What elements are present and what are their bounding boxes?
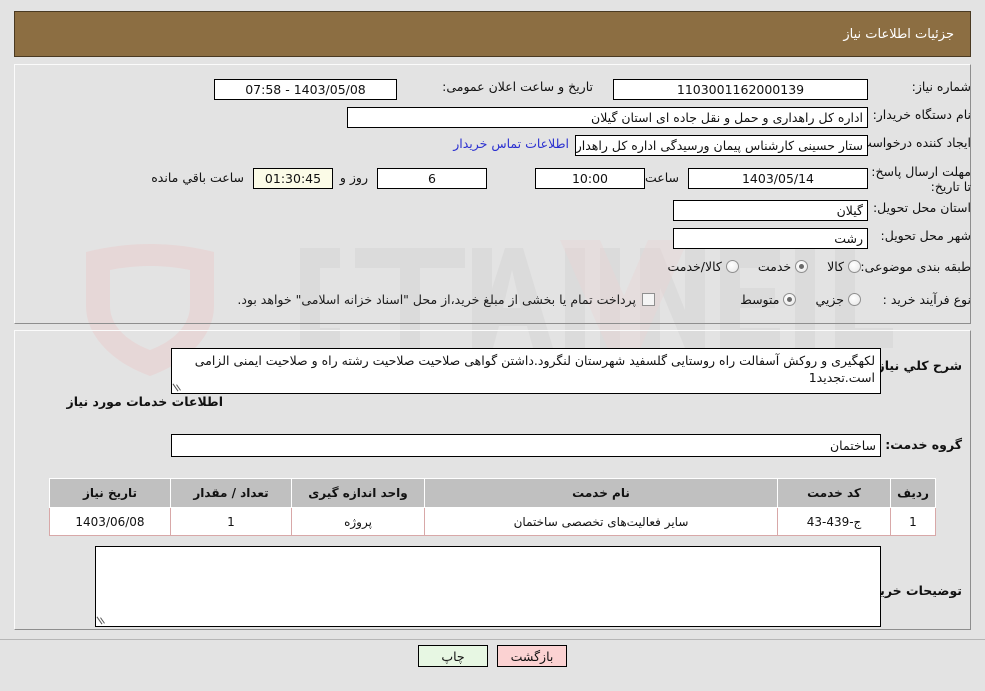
page-title: جزئیات اطلاعات نیاز bbox=[843, 26, 954, 42]
service-group-value: ساختمان bbox=[171, 434, 881, 457]
services-section-title: اطلاعات خدمات مورد نیاز bbox=[66, 394, 224, 409]
row-need-number: شماره نیاز: bbox=[912, 79, 971, 94]
province-value: گیلان bbox=[673, 200, 868, 221]
deadline-time-value: 10:00 bbox=[535, 168, 645, 189]
category-radio-group: کالا خدمت کالا/خدمت bbox=[653, 259, 861, 274]
need-info-panel bbox=[14, 64, 971, 324]
deadline-label: مهلت ارسال پاسخ: تا تاریخ: bbox=[871, 164, 971, 194]
col-code: کد خدمت bbox=[777, 478, 891, 508]
buyer-org-value: اداره کل راهداری و حمل و نقل جاده ای است… bbox=[347, 107, 868, 128]
city-value: رشت bbox=[673, 228, 868, 249]
category-option-label: کالا/خدمت bbox=[667, 259, 722, 274]
buyer-org-label: نام دستگاه خریدار: bbox=[872, 107, 971, 122]
cell-radif: 1 bbox=[890, 507, 936, 536]
row-city: شهر محل تحویل: bbox=[881, 228, 971, 243]
radio-circle-icon[interactable] bbox=[725, 260, 739, 273]
footer-divider bbox=[0, 639, 985, 640]
province-label: استان محل تحویل: bbox=[872, 200, 971, 215]
deadline-date-value: 1403/05/14 bbox=[688, 168, 868, 189]
resize-grip-icon[interactable] bbox=[174, 382, 184, 392]
cell-date: 1403/06/08 bbox=[49, 507, 171, 536]
cell-unit: پروژه bbox=[291, 507, 425, 536]
radio-circle-icon[interactable] bbox=[848, 293, 861, 306]
process-radio-motavasset[interactable]: متوسط bbox=[740, 292, 797, 307]
process-option-label: جزیي bbox=[815, 292, 844, 307]
col-date: تاریخ نیاز bbox=[49, 478, 171, 508]
services-table: ردیف کد خدمت نام خدمت واحد اندازه گیری ت… bbox=[49, 478, 936, 536]
description-textarea[interactable]: لکهگیری و روکش آسفالت راه روستایی گلسفید… bbox=[171, 348, 881, 394]
description-value: لکهگیری و روکش آسفالت راه روستایی گلسفید… bbox=[194, 353, 875, 385]
cell-quantity: 1 bbox=[170, 507, 292, 536]
service-group-label: گروه خدمت: bbox=[885, 437, 962, 452]
row-process-type: نوع فرآیند خرید : bbox=[883, 292, 971, 307]
category-option-label: خدمت bbox=[757, 259, 792, 274]
radio-circle-selected-icon[interactable] bbox=[795, 260, 809, 273]
countdown-timer-value: 01:30:45 bbox=[253, 168, 333, 189]
resize-grip-icon[interactable] bbox=[98, 615, 108, 625]
treasury-checkbox-row[interactable]: پرداخت تمام یا بخشی از مبلغ خرید،از محل … bbox=[237, 292, 655, 307]
category-label: طبقه بندی موضوعی: bbox=[860, 259, 971, 274]
hour-label: ساعت bbox=[644, 170, 679, 185]
process-option-label: متوسط bbox=[740, 292, 780, 307]
category-radio-kala-khedmat[interactable]: کالا/خدمت bbox=[667, 259, 739, 274]
description-label: شرح کلي نیاز: bbox=[872, 358, 962, 373]
city-label: شهر محل تحویل: bbox=[880, 228, 971, 243]
services-table-wrapper: ردیف کد خدمت نام خدمت واحد اندازه گیری ت… bbox=[49, 478, 936, 536]
buyer-contact-link[interactable]: اطلاعات تماس خریدار bbox=[449, 136, 573, 151]
category-option-label: کالا bbox=[827, 259, 844, 274]
requester-label: ایجاد کننده درخواست: bbox=[855, 135, 971, 150]
cell-name: سایر فعالیت‌های تخصصی ساختمان bbox=[424, 507, 778, 536]
row-province: استان محل تحویل: bbox=[873, 200, 971, 215]
table-header-row: ردیف کد خدمت نام خدمت واحد اندازه گیری ت… bbox=[49, 478, 936, 508]
row-announce-label: تاریخ و ساعت اعلان عمومی: bbox=[442, 79, 593, 94]
page-root: جزئیات اطلاعات نیاز شماره نیاز: 11030011… bbox=[0, 0, 985, 691]
print-button[interactable]: چاپ bbox=[418, 645, 488, 667]
requester-value: ستار حسینی کارشناس پیمان ورسیدگی اداره ک… bbox=[575, 135, 868, 156]
need-number-label: شماره نیاز: bbox=[911, 79, 971, 94]
category-radio-kala[interactable]: کالا bbox=[827, 259, 861, 274]
col-name: نام خدمت bbox=[424, 478, 778, 508]
process-radio-group: جزیي متوسط bbox=[726, 292, 861, 307]
page-title-bar: جزئیات اطلاعات نیاز bbox=[14, 11, 971, 57]
footer-button-bar: بازگشت چاپ bbox=[0, 645, 985, 667]
days-unit-label: روز و bbox=[339, 170, 368, 185]
row-requester: ایجاد کننده درخواست: bbox=[856, 135, 971, 150]
announce-value: 1403/05/08 - 07:58 bbox=[214, 79, 397, 100]
col-radif: ردیف bbox=[890, 478, 936, 508]
timer-suffix-label: ساعت باقي مانده bbox=[151, 170, 244, 185]
row-category: طبقه بندی موضوعی: bbox=[860, 259, 971, 274]
buyer-comments-textarea[interactable] bbox=[95, 546, 881, 627]
treasury-checkbox-label: پرداخت تمام یا بخشی از مبلغ خرید،از محل … bbox=[237, 292, 636, 307]
process-label: نوع فرآیند خرید : bbox=[882, 292, 971, 307]
announce-label: تاریخ و ساعت اعلان عمومی: bbox=[442, 79, 593, 94]
category-radio-khedmat[interactable]: خدمت bbox=[757, 259, 809, 274]
cell-code: ج-439-43 bbox=[777, 507, 891, 536]
radio-circle-icon[interactable] bbox=[848, 260, 861, 273]
days-remaining-value: 6 bbox=[377, 168, 487, 189]
radio-circle-selected-icon[interactable] bbox=[783, 293, 797, 306]
col-unit: واحد اندازه گیری bbox=[291, 478, 425, 508]
process-radio-jozi[interactable]: جزیي bbox=[815, 292, 861, 307]
row-buyer-org: نام دستگاه خریدار: bbox=[873, 107, 971, 122]
checkbox-icon[interactable] bbox=[642, 293, 655, 306]
back-button[interactable]: بازگشت bbox=[497, 645, 567, 667]
table-row: 1 ج-439-43 سایر فعالیت‌های تخصصی ساختمان… bbox=[49, 507, 936, 536]
need-number-value: 1103001162000139 bbox=[613, 79, 868, 100]
col-quantity: تعداد / مقدار bbox=[170, 478, 292, 508]
